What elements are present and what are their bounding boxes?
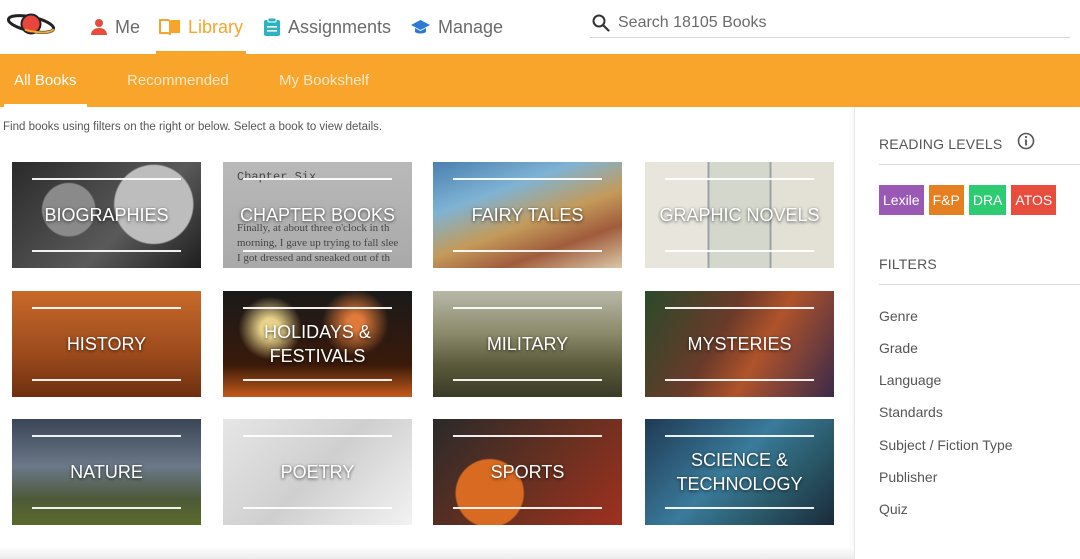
divider	[243, 507, 392, 509]
filter-standards[interactable]: Standards	[879, 404, 943, 420]
instruction-text: Find books using filters on the right or…	[3, 121, 383, 133]
category-label: FAIRY TALES	[471, 205, 584, 225]
nav-label-library: Library	[188, 16, 244, 37]
search-icon	[592, 14, 610, 32]
category-label: HOLIDAYS & FESTIVALS	[264, 322, 371, 366]
dra-button[interactable]: DRA	[968, 185, 1007, 215]
category-tile-fairy-tales[interactable]: FAIRY TALES	[433, 162, 622, 268]
top-navigation: Me Library Assignments Manage	[0, 0, 1080, 54]
planet-logo-icon[interactable]	[6, 9, 56, 39]
divider	[32, 507, 181, 509]
divider	[665, 178, 814, 180]
divider	[453, 307, 602, 309]
tab-recommended[interactable]: Recommended	[127, 54, 229, 107]
divider	[32, 435, 181, 437]
divider	[32, 250, 181, 252]
nav-label-assignments: Assignments	[288, 16, 392, 37]
search-bar	[590, 8, 1070, 38]
category-tile-chapter-books[interactable]: Chapter Six Finally, at about three o'cl…	[223, 162, 412, 268]
category-label: MILITARY	[486, 334, 569, 354]
divider	[453, 507, 602, 509]
category-tile-sports[interactable]: SPORTS	[433, 419, 622, 525]
tab-my-bookshelf[interactable]: My Bookshelf	[279, 54, 369, 107]
divider	[32, 307, 181, 309]
category-tile-history[interactable]: HISTORY	[12, 291, 201, 397]
category-tile-poetry[interactable]: POETRY	[223, 419, 412, 525]
filter-subject-fiction-type[interactable]: Subject / Fiction Type	[879, 437, 1013, 453]
category-tile-nature[interactable]: NATURE	[12, 419, 201, 525]
divider	[453, 379, 602, 381]
info-icon[interactable]	[1017, 132, 1035, 150]
filter-genre[interactable]: Genre	[879, 308, 918, 324]
category-tile-science-technology[interactable]: SCIENCE & TECHNOLOGY	[645, 419, 834, 525]
divider	[879, 284, 1080, 285]
book-icon	[159, 19, 180, 36]
divider	[243, 307, 392, 309]
divider	[453, 250, 602, 252]
nav-label-me: Me	[115, 16, 141, 37]
divider	[243, 379, 392, 381]
reading-levels-heading: READING LEVELS	[879, 136, 1003, 152]
nav-item-library[interactable]: Library	[155, 0, 247, 54]
filter-publisher[interactable]: Publisher	[879, 469, 937, 485]
filter-quiz[interactable]: Quiz	[879, 501, 908, 517]
search-input[interactable]	[618, 13, 1058, 32]
category-tile-holidays-festivals[interactable]: HOLIDAYS & FESTIVALS	[223, 291, 412, 397]
divider	[243, 435, 392, 437]
category-label: CHAPTER BOOKS	[239, 205, 396, 225]
nav-label-manage: Manage	[438, 16, 504, 37]
divider	[665, 507, 814, 509]
category-label: SPORTS	[490, 462, 565, 482]
bottom-scroll-shadow	[0, 546, 854, 559]
tab-all-books[interactable]: All Books	[4, 54, 86, 107]
divider	[665, 379, 814, 381]
category-tile-graphic-novels[interactable]: GRAPHIC NOVELS	[645, 162, 834, 268]
divider	[453, 435, 602, 437]
divider	[665, 435, 814, 437]
nav-item-me[interactable]: Me	[90, 0, 140, 54]
filter-panel: READING LEVELS Lexile F&P DRA ATOS FILTE…	[854, 107, 1080, 559]
category-label: POETRY	[280, 462, 355, 482]
divider	[243, 178, 392, 180]
fp-button[interactable]: F&P	[928, 185, 964, 215]
nav-item-assignments[interactable]: Assignments	[263, 0, 391, 54]
category-label: SCIENCE & TECHNOLOGY	[676, 450, 803, 494]
tab-label: All Books	[14, 72, 77, 89]
reading-level-buttons: Lexile F&P DRA ATOS	[879, 185, 1057, 215]
chapter-line: morning, I gave up trying to fall slee	[237, 237, 399, 249]
graduation-cap-icon	[411, 20, 430, 34]
divider	[665, 250, 814, 252]
chapter-line: I got dressed and sneaked out of th	[237, 252, 391, 264]
divider	[243, 250, 392, 252]
divider	[32, 178, 181, 180]
atos-button[interactable]: ATOS	[1011, 185, 1057, 215]
category-tile-military[interactable]: MILITARY	[433, 291, 622, 397]
category-label: HISTORY	[66, 334, 147, 354]
tab-label: Recommended	[127, 72, 229, 89]
filter-language[interactable]: Language	[879, 372, 941, 388]
divider	[665, 307, 814, 309]
category-tile-mysteries[interactable]: MYSTERIES	[645, 291, 834, 397]
category-label: MYSTERIES	[687, 334, 792, 354]
clipboard-icon	[264, 18, 280, 36]
divider	[32, 379, 181, 381]
person-icon	[91, 19, 107, 35]
nav-item-manage[interactable]: Manage	[410, 0, 503, 54]
tab-label: My Bookshelf	[279, 72, 370, 89]
filters-heading: FILTERS	[879, 256, 937, 272]
category-label: NATURE	[70, 462, 143, 482]
divider	[453, 178, 602, 180]
library-tabs: All Books Recommended My Bookshelf	[0, 54, 1080, 107]
category-label: GRAPHIC NOVELS	[659, 205, 820, 225]
category-label: BIOGRAPHIES	[44, 205, 169, 225]
filter-grade[interactable]: Grade	[879, 340, 918, 356]
category-tile-biographies[interactable]: BIOGRAPHIES	[12, 162, 201, 268]
lexile-button[interactable]: Lexile	[879, 185, 924, 215]
divider	[879, 164, 1080, 165]
